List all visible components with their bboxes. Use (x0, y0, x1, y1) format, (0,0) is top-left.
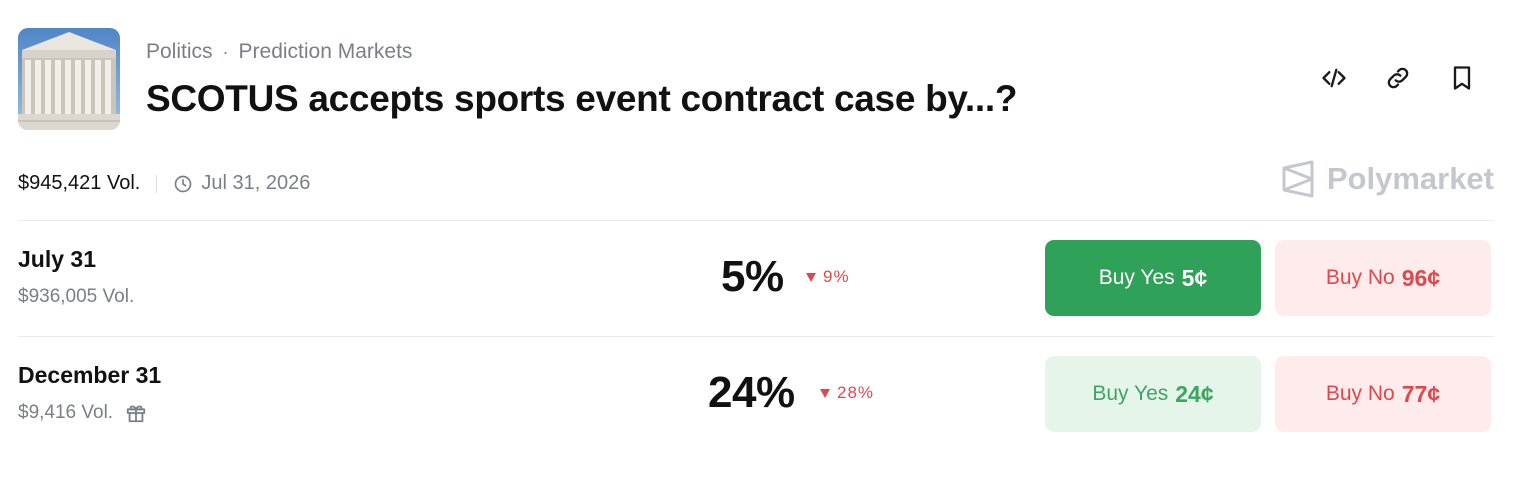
outcome-label: July 31 (18, 246, 96, 272)
buy-no-button[interactable]: Buy No 96¢ (1275, 240, 1491, 316)
buy-yes-price: 24¢ (1175, 380, 1214, 407)
buy-no-price: 96¢ (1401, 264, 1441, 291)
breadcrumb-politics[interactable]: Politics (146, 40, 213, 64)
market-thumbnail (18, 28, 120, 130)
probability-change-text: 28% (837, 383, 875, 402)
link-icon (1387, 67, 1409, 89)
polymarket-logo-icon (1282, 160, 1314, 198)
meta-divider (156, 174, 158, 193)
page-title: SCOTUS accepts sports event contract cas… (146, 78, 1018, 119)
probability-change-text: 9% (823, 267, 850, 286)
buy-yes-price: 5¢ (1181, 264, 1208, 291)
divider (18, 220, 1494, 221)
bookmark-button[interactable] (1444, 60, 1480, 96)
end-date: Jul 31, 2026 (173, 172, 310, 195)
outcome-volume: $936,005 Vol. (18, 286, 134, 308)
buy-yes-label: Buy Yes (1092, 382, 1169, 405)
embed-button[interactable] (1316, 60, 1352, 96)
bookmark-icon (1453, 66, 1471, 90)
probability-change: 9% (805, 267, 850, 287)
outcome-probability: 5% (721, 252, 784, 301)
down-triangle-icon (820, 389, 830, 398)
embed-code-icon (1322, 68, 1346, 88)
gift-icon[interactable] (125, 402, 147, 424)
buy-no-price: 77¢ (1401, 380, 1441, 407)
end-date-text: Jul 31, 2026 (201, 172, 311, 194)
outcome-volume: $9,416 Vol. (18, 402, 147, 424)
action-bar (1316, 60, 1480, 96)
breadcrumb: Politics · Prediction Markets (146, 40, 412, 64)
breadcrumb-prediction-markets[interactable]: Prediction Markets (239, 40, 413, 64)
down-triangle-icon (806, 273, 816, 282)
brand-name: Polymarket (1326, 161, 1494, 196)
breadcrumb-separator: · (222, 41, 229, 62)
buy-yes-button[interactable]: Buy Yes 24¢ (1045, 356, 1261, 432)
outcome-volume-text: $9,416 Vol. (18, 402, 114, 423)
outcome-probability: 24% (708, 368, 795, 417)
outcome-label: December 31 (18, 362, 162, 388)
market-meta: $945,421 Vol. Jul 31, 2026 (18, 172, 310, 195)
buy-yes-button[interactable]: Buy Yes 5¢ (1045, 240, 1261, 316)
outcome-volume-text: $936,005 Vol. (18, 286, 135, 307)
buy-no-button[interactable]: Buy No 77¢ (1275, 356, 1491, 432)
total-volume: $945,421 Vol. (18, 172, 141, 194)
divider (18, 336, 1494, 337)
buy-yes-label: Buy Yes (1098, 266, 1175, 289)
probability-change: 28% (819, 383, 874, 403)
buy-no-label: Buy No (1325, 266, 1395, 289)
copy-link-button[interactable] (1380, 60, 1416, 96)
buy-no-label: Buy No (1325, 382, 1395, 405)
polymarket-logo: Polymarket (1281, 160, 1494, 198)
clock-icon (175, 175, 192, 192)
